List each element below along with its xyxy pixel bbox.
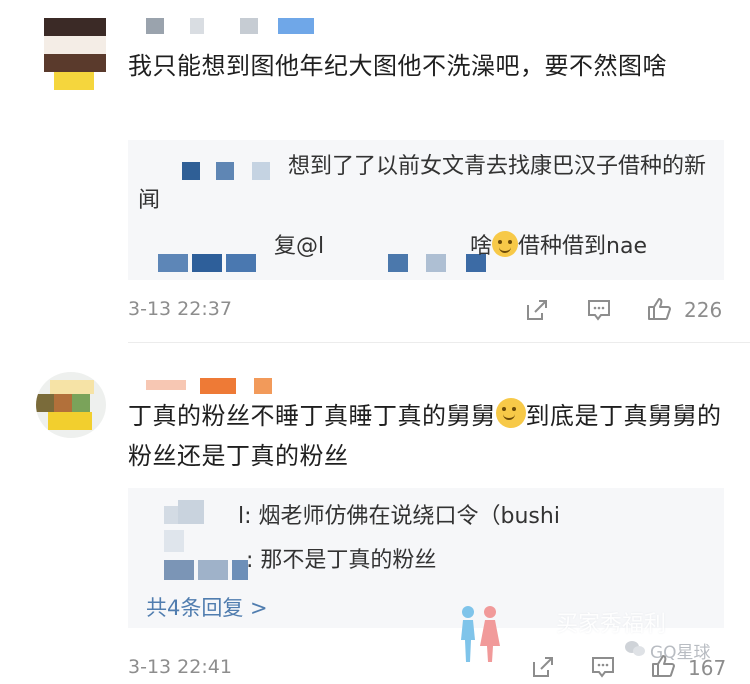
username[interactable] (146, 16, 316, 36)
like-count: 167 (688, 656, 727, 680)
share-icon[interactable] (524, 297, 550, 323)
comment-icon[interactable] (586, 297, 612, 323)
more-replies-link[interactable]: 共4条回复 > (146, 592, 268, 622)
avatar[interactable] (36, 372, 106, 438)
like-count: 226 (684, 298, 723, 322)
comment-icon[interactable] (590, 654, 616, 680)
grin-emoji-icon (495, 398, 526, 428)
watermark-text: 买家秀福利 (556, 612, 667, 637)
username[interactable] (146, 374, 286, 396)
share-icon[interactable] (530, 654, 556, 680)
wechat-icon (625, 641, 645, 656)
reply-text: l: 烟老师仿佛在说绕口令（bushi (238, 504, 560, 529)
divider (128, 342, 750, 343)
reply-text: : 那不是丁真的粉丝 (246, 548, 437, 573)
thumbs-up-icon[interactable] (650, 653, 676, 679)
reply-box: 想到了了以前女文青去找康巴汉子借种的新闻 复@l 啥借种借到nae (128, 140, 724, 280)
comment-text: 丁真的粉丝不睡丁真睡丁真的舅舅 到底是丁真舅舅的粉丝还是丁真的粉丝 (128, 396, 724, 476)
reply-text: 想到了了以前女文青去找康巴汉子借种的新闻 (138, 154, 707, 213)
comment-text: 我只能想到图他年纪大图他不洗澡吧，要不然图啥 (128, 52, 667, 80)
timestamp: 3-13 22:41 (128, 656, 232, 678)
grin-emoji-icon (492, 231, 519, 257)
avatar[interactable] (44, 18, 106, 90)
reply-text-suffix: 啥借种借到nae (470, 230, 647, 264)
thumbs-up-icon[interactable] (646, 296, 672, 322)
couple-watermark-icon (461, 606, 500, 662)
timestamp: 3-13 22:37 (128, 298, 232, 320)
reply-text-prefix: 复@l (274, 234, 325, 259)
